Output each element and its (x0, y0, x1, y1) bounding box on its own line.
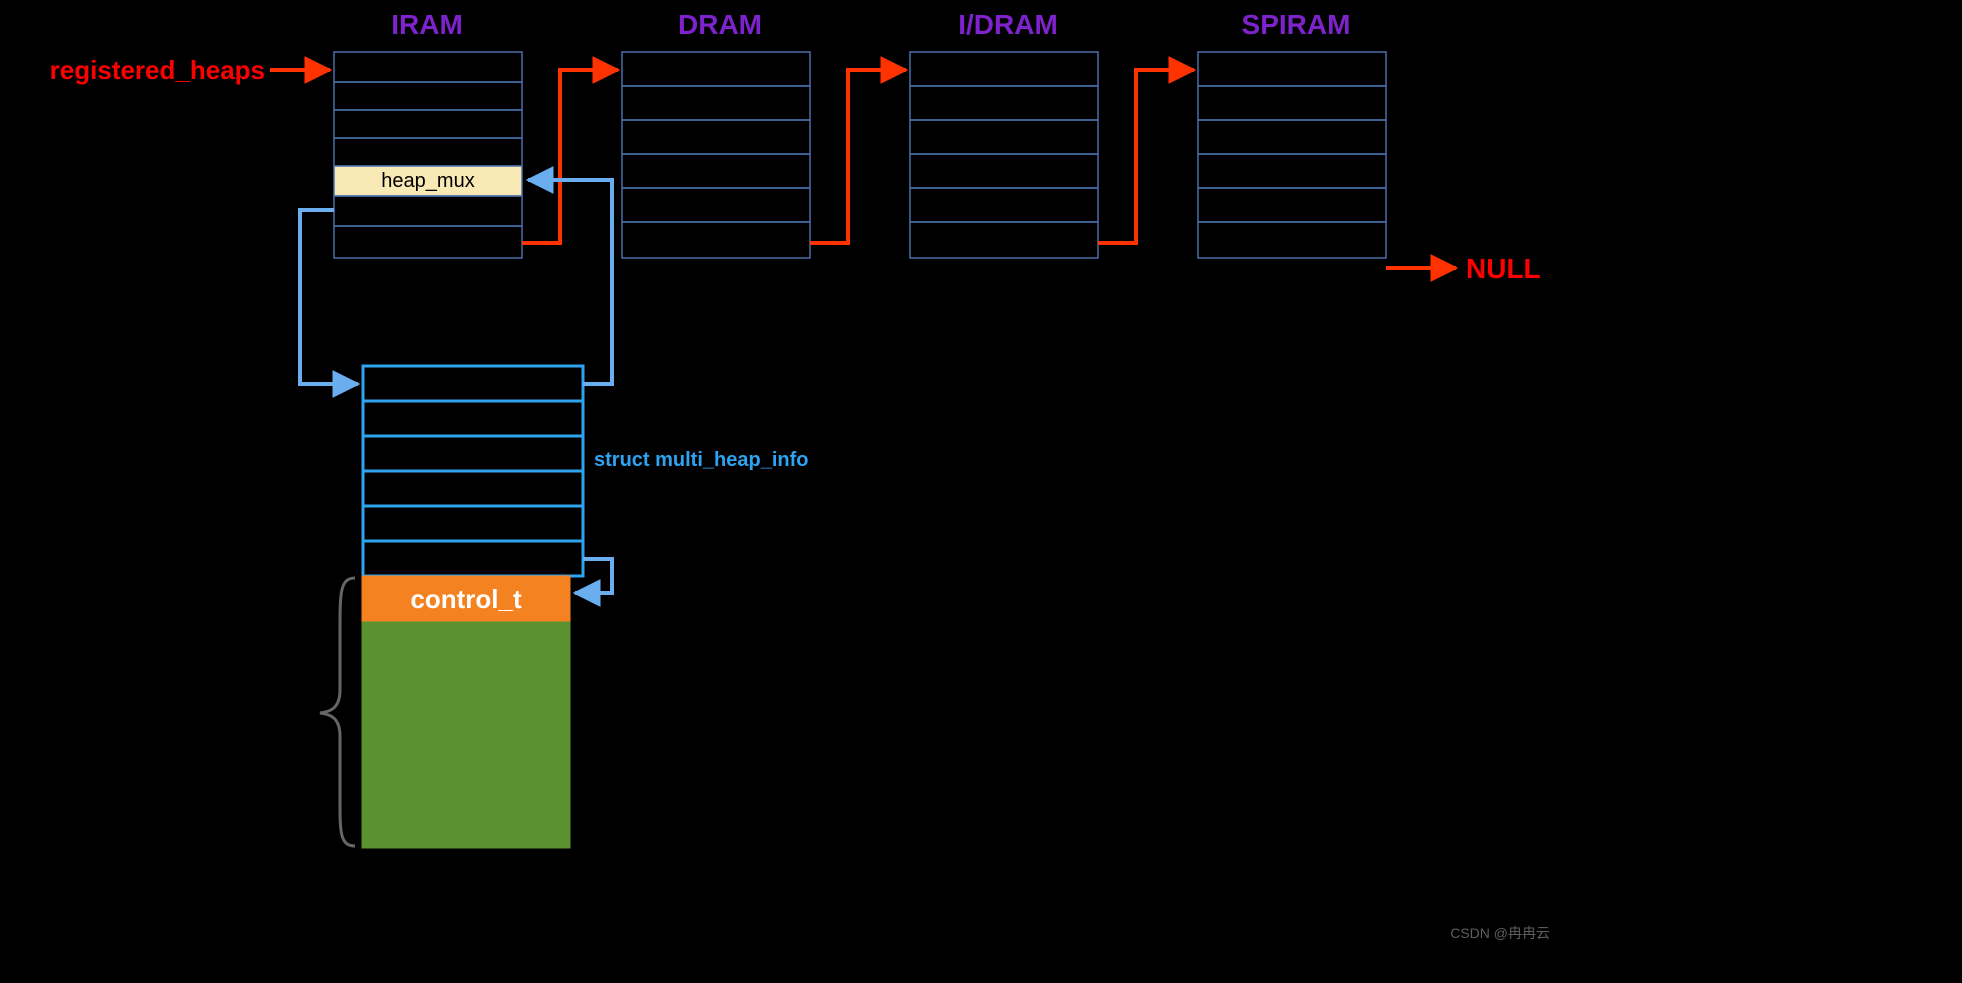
multi-heap-info-block (363, 366, 583, 576)
header-iram: IRAM (391, 9, 463, 40)
watermark: CSDN @冉冉云 (1450, 925, 1550, 941)
arrow-dram-idram (810, 70, 906, 243)
arrow-iram-to-mhi (300, 210, 358, 384)
heap-mux-text: heap_mux (381, 170, 474, 192)
memory-block (362, 622, 570, 848)
arrow-mhi-to-heapmux (528, 180, 612, 384)
registered-heaps-label: registered_heaps (50, 55, 265, 85)
spiram-block (1198, 52, 1386, 258)
header-dram: DRAM (678, 9, 762, 40)
header-spiram: SPIRAM (1242, 9, 1351, 40)
heap-diagram: IRAM DRAM I/DRAM SPIRAM registered_heaps… (0, 0, 1962, 983)
control-t-text: control_t (410, 584, 522, 614)
arrow-idram-spiram (1098, 70, 1194, 243)
header-idram: I/DRAM (958, 9, 1058, 40)
iram-block: heap_mux (334, 52, 522, 258)
arrow-iram-dram (522, 70, 618, 243)
multi-heap-info-label: struct multi_heap_info (594, 449, 808, 471)
null-label: NULL (1466, 253, 1541, 284)
brace-icon (320, 578, 355, 846)
dram-block (622, 52, 810, 258)
idram-block (910, 52, 1098, 258)
